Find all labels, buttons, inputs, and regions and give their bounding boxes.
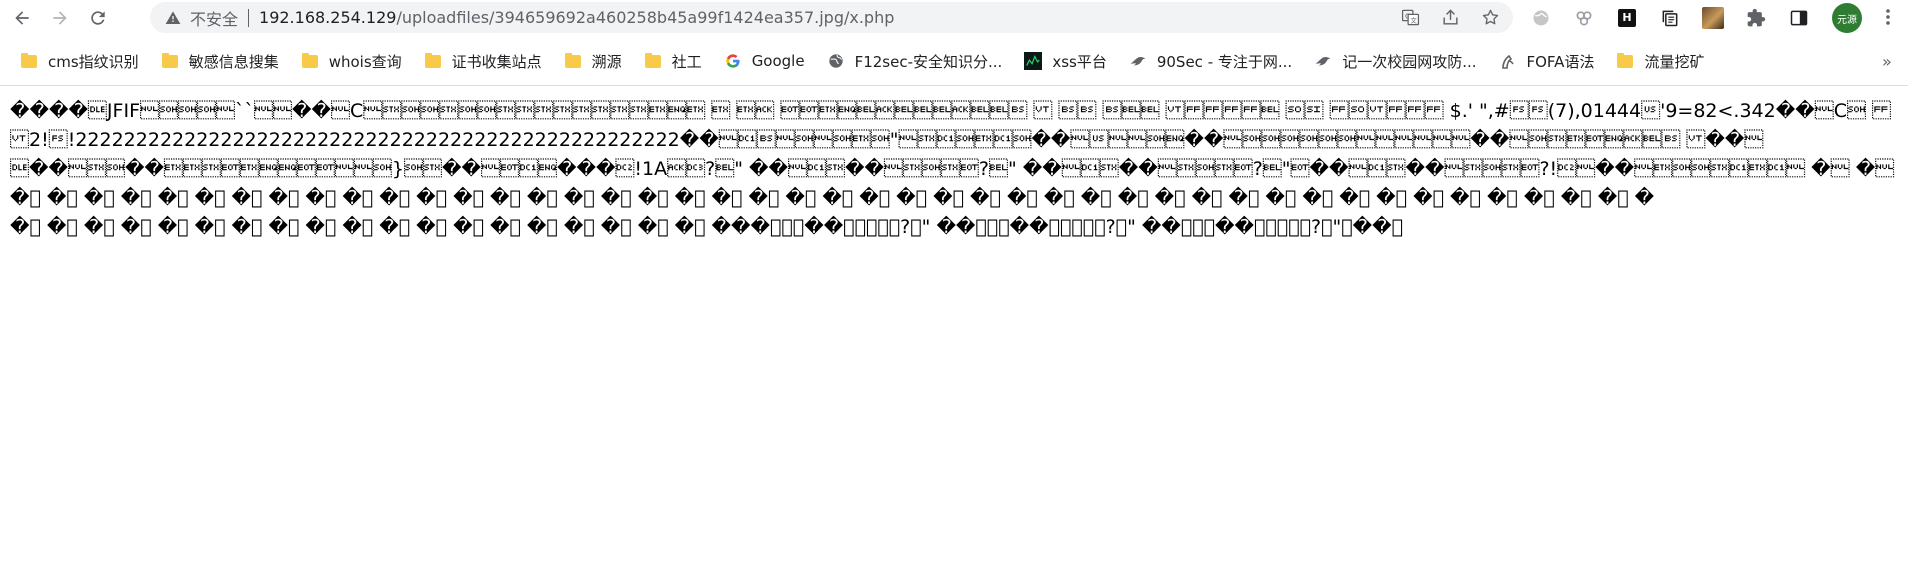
extension-photo-image (1702, 6, 1724, 29)
h-extension-icon[interactable]: H (1614, 5, 1640, 31)
address-bar[interactable]: 不安全 192.168.254.129/uploadfiles/39465969… (150, 2, 1513, 33)
bookmark-social-engineering[interactable]: 社工 (644, 47, 702, 75)
bookmark-star-icon[interactable] (1477, 5, 1503, 31)
bookmark-label: FOFA语法 (1526, 52, 1595, 71)
bookmark-label: 社工 (671, 52, 702, 71)
folder-icon (644, 52, 662, 69)
security-status-label[interactable]: 不安全 (190, 6, 238, 30)
photo-extension-icon[interactable] (1700, 5, 1726, 31)
bookmark-label: Google (751, 52, 805, 70)
folder-icon (20, 52, 38, 69)
raw-text-line: �  �  �  �  �  �  �  �  �  �  �  �  �  �… (10, 187, 1655, 209)
profile-avatar[interactable]: 元源 (1832, 3, 1862, 33)
bookmark-label: xss平台 (1052, 52, 1107, 71)
bookmark-cms[interactable]: cms指纹识别 (20, 47, 139, 75)
bookmark-google[interactable]: Google (724, 47, 805, 75)
folder-icon (161, 52, 179, 69)
bookmark-fofa[interactable]: FOFA语法 (1499, 47, 1595, 75)
bookmark-label: 记一次校园网攻防... (1342, 52, 1477, 71)
bookmark-label: 证书收集站点 (451, 52, 542, 71)
not-secure-warning-icon[interactable] (164, 9, 182, 27)
side-panel-icon[interactable] (1786, 5, 1812, 31)
reload-icon (91, 10, 105, 25)
forward-arrow-icon (53, 10, 67, 25)
fofa-icon (1499, 53, 1517, 69)
raw-text-line: �  �  �  �  �  �  �  �  �  �  �  �  �  �… (10, 216, 1403, 238)
back-arrow-icon (15, 10, 29, 25)
bookmark-sensitive-info[interactable]: 敏感信息搜集 (161, 47, 279, 75)
svg-text:文: 文 (1410, 15, 1417, 24)
bird-icon (1314, 53, 1332, 69)
raw-text-line: �� ��  }�� ���!1A?… (10, 158, 1900, 180)
page-body: ����JFIF  ``  �� C … (10, 97, 1900, 242)
folder-icon (564, 52, 582, 69)
bookmark-trace[interactable]: 溯源 (564, 47, 622, 75)
url-path: /uploadfiles/394659692a460258b45a99f1424… (396, 8, 895, 27)
omnibox-divider (248, 8, 250, 27)
copy-extension-icon[interactable] (1657, 5, 1683, 31)
bookmark-label: 90Sec - 专注于网... (1156, 52, 1293, 71)
globe-icon (827, 53, 845, 69)
translate-icon[interactable]: G文 (1397, 5, 1423, 31)
share-icon[interactable] (1437, 5, 1463, 31)
google-icon (724, 53, 742, 69)
link-extension-icon[interactable] (1571, 5, 1597, 31)
globe-extension-icon[interactable] (1528, 5, 1554, 31)
bookmark-certificates[interactable]: 证书收集站点 (424, 47, 542, 75)
bookmark-campus-attack[interactable]: 记一次校园网攻防... (1314, 47, 1477, 75)
url-host: 192.168.254.129 (259, 8, 397, 27)
folder-icon (1616, 52, 1634, 69)
url-text[interactable]: 192.168.254.129/uploadfiles/394659692a46… (259, 8, 894, 27)
bookmark-label: F12sec-安全知识分... (854, 52, 1003, 71)
folder-icon (301, 52, 319, 69)
bird-icon (1129, 53, 1147, 69)
xss-icon (1024, 52, 1043, 70)
folder-icon (424, 52, 442, 69)
extensions-area: H (1528, 2, 1829, 33)
bookmark-label: 流量挖矿 (1644, 52, 1705, 71)
bookmark-label: 敏感信息搜集 (188, 52, 279, 71)
back-button[interactable] (8, 4, 36, 32)
bookmarks-overflow-chevron-icon[interactable]: » (1882, 45, 1892, 77)
extensions-puzzle-icon[interactable] (1743, 5, 1769, 31)
toolbar-divider (0, 85, 1908, 86)
bookmarks-bar: cms指纹识别 敏感信息搜集 whois查询 证书收集站点 溯源 社工 Goog… (0, 45, 1908, 77)
bookmark-f12sec[interactable]: F12sec-安全知识分... (827, 47, 1003, 75)
h-extension-label: H (1618, 8, 1636, 27)
browser-toolbar: 不安全 192.168.254.129/uploadfiles/39465969… (0, 0, 1908, 35)
bookmark-label: whois查询 (328, 52, 402, 71)
bookmark-label: cms指纹识别 (48, 52, 139, 71)
bookmark-mining[interactable]: 流量挖矿 (1616, 47, 1704, 75)
bookmark-90sec[interactable]: 90Sec - 专注于网... (1129, 47, 1292, 75)
kebab-menu-icon[interactable] (1877, 6, 1899, 28)
bookmark-xss[interactable]: xss平台 (1024, 47, 1107, 75)
bookmark-whois[interactable]: whois查询 (301, 47, 402, 75)
forward-button[interactable] (46, 4, 74, 32)
raw-text-line: 2! !222222222222222222222222222222222222… (10, 129, 1764, 151)
reload-button[interactable] (84, 4, 112, 32)
bookmark-label: 溯源 (591, 52, 622, 71)
raw-text-line: ����JFIF  ``  �� C … (10, 100, 1892, 122)
